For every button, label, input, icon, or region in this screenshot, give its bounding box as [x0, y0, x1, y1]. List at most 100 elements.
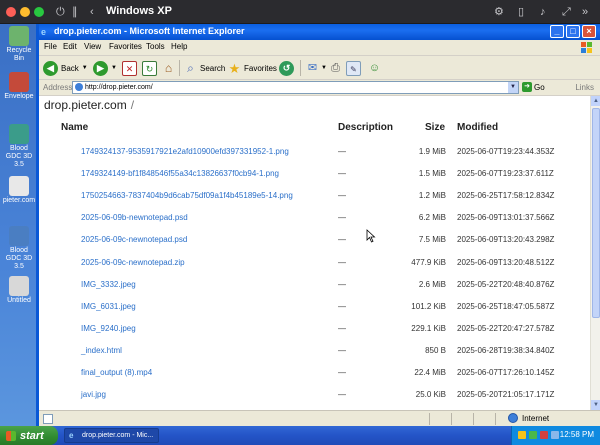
- scroll-down-icon[interactable]: ▼: [591, 400, 600, 410]
- scroll-thumb[interactable]: [592, 108, 600, 318]
- stop-button[interactable]: ✕: [122, 59, 137, 77]
- file-name-link[interactable]: final_output (8).mp4: [81, 368, 152, 378]
- column-header-name[interactable]: Name: [61, 122, 88, 133]
- file-name-link[interactable]: javi.jpg: [81, 390, 106, 400]
- file-modified: 2025-05-22T20:47:27.578Z: [457, 323, 555, 333]
- vertical-scrollbar[interactable]: ▲ ▼: [590, 96, 600, 410]
- power-icon[interactable]: ⏻: [56, 5, 65, 19]
- more-icon[interactable]: »: [582, 5, 588, 19]
- file-name-link[interactable]: _index.html: [81, 346, 122, 356]
- desktop-icon-label: pieter.com: [2, 197, 36, 204]
- file-name-link[interactable]: 2025-06-09c-newnotepad.zip: [81, 258, 185, 268]
- file-description: —: [338, 279, 346, 289]
- address-dropdown-icon[interactable]: ▼: [508, 82, 518, 93]
- file-name-link[interactable]: 2025-06-09c-newnotepad.psd: [81, 235, 187, 245]
- file-description: —: [338, 191, 346, 201]
- menu-favorites[interactable]: Favorites: [109, 42, 142, 51]
- taskbar: start e drop.pieter.com - Mic... 12:58 P…: [0, 426, 600, 445]
- file-name-link[interactable]: 2025-06-09b-newnotepad.psd: [81, 213, 188, 223]
- search-button[interactable]: ⌕ Search: [183, 59, 225, 77]
- menu-file[interactable]: File: [44, 42, 57, 51]
- table-row: 2025-06-09c-newnotepad.zip — 477.9 KiB 2025…: [39, 252, 590, 274]
- address-input[interactable]: http://drop.pieter.com/ ▼: [72, 81, 519, 94]
- settings-icon[interactable]: ⚙: [494, 5, 504, 19]
- site-name: drop.pieter.com: [44, 98, 127, 112]
- links-button[interactable]: Links: [575, 83, 594, 92]
- page-status-icon: [43, 414, 53, 424]
- toolbar-divider: [179, 60, 180, 76]
- edit-button[interactable]: ✎: [346, 59, 361, 77]
- app-icon: [9, 226, 29, 246]
- star-icon: ★: [228, 60, 241, 76]
- edit-icon: ✎: [346, 60, 361, 76]
- taskbar-ie-button[interactable]: e drop.pieter.com - Mic...: [64, 428, 159, 443]
- minimize-button[interactable]: _: [550, 25, 564, 38]
- device-icon[interactable]: ▯: [518, 5, 524, 19]
- pause-icon[interactable]: ∥: [72, 5, 78, 19]
- ie-title-bar[interactable]: e drop.pieter.com - Microsoft Internet E…: [39, 24, 600, 40]
- standard-toolbar: ◀ Back ▼ ▶ ▼ ✕ ↻ ⌂ ⌕ Search ★ Favorites …: [39, 56, 600, 80]
- address-label: Address: [43, 83, 73, 92]
- tray-icon[interactable]: [529, 431, 537, 439]
- file-name-link[interactable]: 1749324149-bf1f848546f55a34c13826637f0cb…: [81, 169, 279, 179]
- desktop-icon-envelope[interactable]: Envelope: [2, 72, 36, 101]
- desktop-icon-label: Blood GDC 3D 3.5: [5, 145, 33, 168]
- table-row: javi.jpg — 25.0 KiB 2025-05-20T21:05:17.171…: [39, 384, 590, 406]
- scroll-up-icon[interactable]: ▲: [591, 96, 600, 106]
- file-name-link[interactable]: IMG_9240.jpeg: [81, 324, 136, 334]
- column-header-size[interactable]: Size: [425, 122, 445, 133]
- menu-edit[interactable]: Edit: [63, 42, 77, 51]
- file-name-link[interactable]: IMG_3332.jpeg: [81, 280, 136, 290]
- desktop-icon-app-1[interactable]: Blood GDC 3D 3.5: [2, 124, 36, 169]
- tray-icon[interactable]: [518, 431, 526, 439]
- file-modified: 2025-05-20T21:05:17.171Z: [457, 390, 555, 400]
- desktop-icon-recycle-bin[interactable]: Recycle Bin: [2, 26, 36, 63]
- ie-window-title: drop.pieter.com - Microsoft Internet Exp…: [54, 26, 245, 36]
- close-traffic-light[interactable]: [6, 7, 16, 17]
- menu-help[interactable]: Help: [171, 42, 187, 51]
- file-name-link[interactable]: IMG_6031.jpeg: [81, 302, 136, 312]
- start-button[interactable]: start: [0, 426, 58, 445]
- history-button[interactable]: ↺: [279, 59, 294, 77]
- file-name-link[interactable]: 1750254663-7837404b9d6cab75df09a1f4b4518…: [81, 191, 293, 201]
- desktop-icon-document[interactable]: pieter.com: [2, 176, 36, 205]
- mail-button[interactable]: ✉ ▼: [305, 59, 327, 77]
- zoom-traffic-light[interactable]: [34, 7, 44, 17]
- file-size: 2.6 MiB: [418, 279, 446, 289]
- status-divider: [451, 413, 452, 425]
- desktop-icon-label: Blood GDC 3D 3.5: [5, 247, 33, 270]
- menu-tools[interactable]: Tools: [146, 42, 165, 51]
- tray-icon[interactable]: [551, 431, 559, 439]
- forward-button[interactable]: ▶ ▼: [93, 59, 117, 77]
- desktop-icon-app-2[interactable]: Blood GDC 3D 3.5: [2, 226, 36, 271]
- column-header-modified[interactable]: Modified: [457, 122, 498, 133]
- file-modified: 2025-06-25T18:47:05.587Z: [457, 301, 555, 311]
- minimize-traffic-light[interactable]: [20, 7, 30, 17]
- messenger-button[interactable]: ☺: [367, 59, 382, 77]
- desktop-icon-notepad[interactable]: Untitled: [2, 276, 36, 305]
- refresh-button[interactable]: ↻: [142, 59, 157, 77]
- file-name-link[interactable]: 1749324137-9535917921e2afd10900efd397331…: [81, 147, 289, 157]
- back-button[interactable]: ◀ Back ▼: [43, 59, 88, 77]
- file-description: —: [338, 390, 346, 400]
- column-header-description[interactable]: Description: [338, 122, 393, 133]
- page-title: drop.pieter.com /: [44, 98, 134, 112]
- go-button[interactable]: ➜ Go: [522, 82, 545, 92]
- file-size: 1.2 MiB: [418, 191, 446, 201]
- menu-view[interactable]: View: [84, 42, 101, 51]
- print-button[interactable]: ⎙: [328, 59, 343, 77]
- file-description: —: [338, 345, 346, 355]
- tray-icon[interactable]: [540, 431, 548, 439]
- back-chevron-icon[interactable]: ‹: [90, 5, 94, 19]
- file-size: 229.1 KiB: [411, 323, 446, 333]
- maximize-button[interactable]: □: [566, 25, 580, 38]
- fullscreen-icon[interactable]: ⤢: [562, 5, 571, 19]
- chevron-down-icon: ▼: [111, 65, 117, 71]
- history-icon: ↺: [279, 60, 294, 76]
- system-tray: 12:58 PM: [511, 426, 600, 445]
- home-button[interactable]: ⌂: [161, 59, 176, 77]
- sound-icon[interactable]: ♪: [540, 5, 546, 19]
- close-button[interactable]: ×: [582, 25, 596, 38]
- app-icon: [9, 124, 29, 144]
- favorites-button[interactable]: ★ Favorites: [227, 59, 277, 77]
